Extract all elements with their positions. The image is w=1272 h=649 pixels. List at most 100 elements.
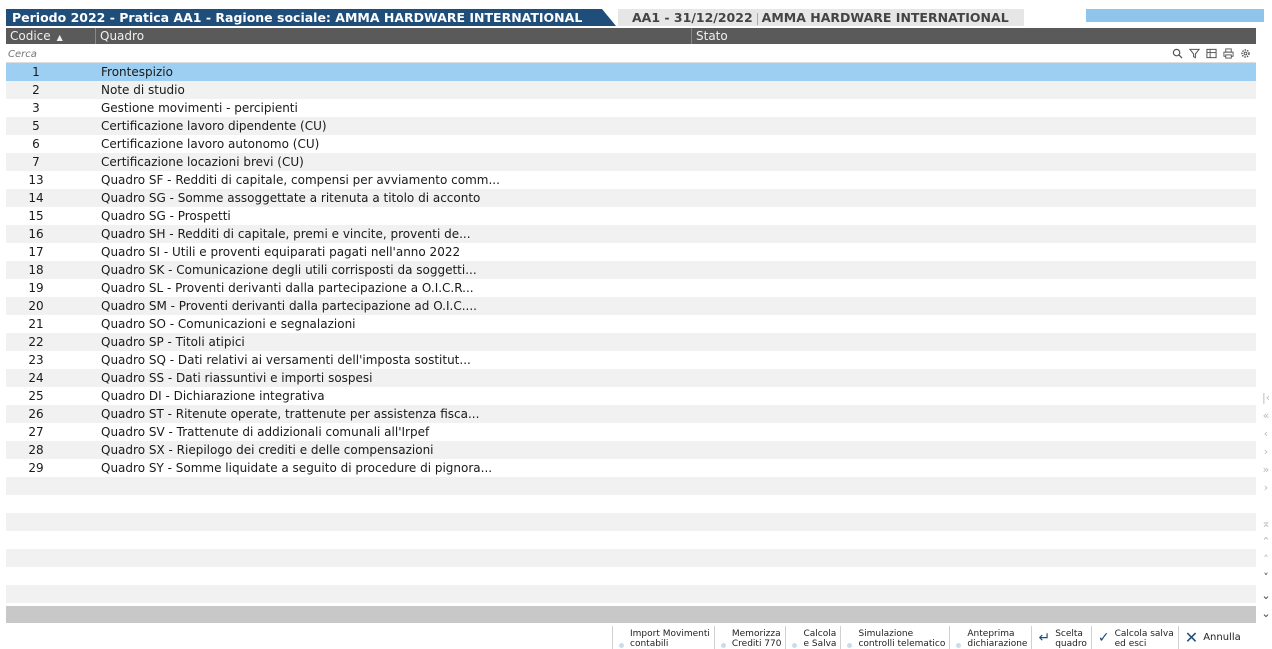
- simulazione-label: Simulazione controlli telematico: [858, 629, 946, 649]
- previous-icon[interactable]: ‹: [1260, 426, 1272, 442]
- column-header-stato[interactable]: Stato: [692, 28, 1256, 44]
- table-row[interactable]: 18 Quadro SK - Comunicazione degli utili …: [6, 261, 1256, 279]
- annulla-button[interactable]: ✕ Annulla: [1177, 626, 1245, 649]
- gear-icon[interactable]: [1239, 46, 1252, 60]
- next-page-icon[interactable]: »: [1260, 462, 1272, 478]
- bullet-icon: [847, 643, 853, 648]
- table-row[interactable]: 21 Quadro SO - Comunicazioni e segnalazio…: [6, 315, 1256, 333]
- row-code: 28: [28, 443, 44, 457]
- row-code: 26: [28, 407, 44, 421]
- row-quadro-name: Quadro SX - Riepilogo dei crediti e dell…: [101, 443, 434, 457]
- table-row[interactable]: 1 Frontespizio: [6, 63, 1256, 81]
- table-row[interactable]: 23 Quadro SQ - Dati relativi ai versament…: [6, 351, 1256, 369]
- columns-icon[interactable]: [1205, 46, 1218, 60]
- tab-bar: Periodo 2022 - Pratica AA1 - Ragione soc…: [0, 9, 1272, 26]
- previous-page-icon[interactable]: «: [1260, 408, 1272, 424]
- grid-toolbar: [1171, 46, 1252, 60]
- filter-icon[interactable]: [1188, 46, 1201, 60]
- calcola-salva-esci-button[interactable]: ✓ Calcola salva ed esci: [1090, 626, 1178, 649]
- table-row[interactable]: 13 Quadro SF - Redditi di capitale, compe…: [6, 171, 1256, 189]
- table-row[interactable]: 15 Quadro SG - Prospetti: [6, 207, 1256, 225]
- table-row[interactable]: 22 Quadro SP - Titoli atipici: [6, 333, 1256, 351]
- table-row[interactable]: 26 Quadro ST - Ritenute operate, trattenu…: [6, 405, 1256, 423]
- scroll-bottom-icon[interactable]: ⌄: [1260, 606, 1272, 622]
- tab-pratica-dettaglio[interactable]: AA1 - 31/12/2022 AMMA HARDWARE INTERNATIO…: [618, 9, 1024, 26]
- close-icon: ✕: [1184, 628, 1199, 647]
- table-row[interactable]: 20 Quadro SM - Proventi derivanti dalla p…: [6, 297, 1256, 315]
- table-row[interactable]: 27 Quadro SV - Trattenute di addizionali …: [6, 423, 1256, 441]
- table-row[interactable]: 19 Quadro SL - Proventi derivanti dalla p…: [6, 279, 1256, 297]
- table-row[interactable]: 6 Certificazione lavoro autonomo (CU): [6, 135, 1256, 153]
- first-page-icon[interactable]: |‹: [1260, 390, 1272, 406]
- row-code: 23: [28, 353, 44, 367]
- bullet-icon: [792, 643, 798, 648]
- column-header-quadro[interactable]: Quadro: [96, 28, 692, 44]
- row-code: 21: [28, 317, 44, 331]
- table-row[interactable]: 14 Quadro SG - Somme assoggettate a riten…: [6, 189, 1256, 207]
- row-code: 22: [28, 335, 44, 349]
- memorizza-crediti-button[interactable]: Memorizza Crediti 770: [713, 626, 786, 649]
- calcola-salva-esci-label: Calcola salva ed esci: [1114, 629, 1174, 649]
- line-down-icon[interactable]: ˅: [1260, 570, 1272, 586]
- row-code: 18: [28, 263, 44, 277]
- table-row[interactable]: 7 Certificazione locazioni brevi (CU): [6, 153, 1256, 171]
- last-page-icon[interactable]: ›: [1260, 480, 1272, 496]
- table-row[interactable]: 5 Certificazione lavoro dipendente (CU): [6, 117, 1256, 135]
- tab-empty-slot[interactable]: [1086, 9, 1264, 22]
- memorizza-crediti-label: Memorizza Crediti 770: [731, 629, 782, 649]
- annulla-label: Annulla: [1203, 631, 1241, 643]
- calcola-salva-button[interactable]: Calcola e Salva: [785, 626, 840, 649]
- simulazione-button[interactable]: Simulazione controlli telematico: [840, 626, 949, 649]
- page-down-icon[interactable]: ⌄: [1260, 588, 1272, 604]
- import-movimenti-button[interactable]: Import Movimenti contabili: [612, 626, 714, 649]
- horizontal-scrollbar[interactable]: [6, 606, 1256, 623]
- row-code: 27: [28, 425, 44, 439]
- table-row[interactable]: 28 Quadro SX - Riepilogo dei crediti e de…: [6, 441, 1256, 459]
- table-row[interactable]: 24 Quadro SS - Dati riassuntivi e importi…: [6, 369, 1256, 387]
- row-quadro-name: Quadro SK - Comunicazione degli utili co…: [101, 263, 477, 277]
- print-icon[interactable]: [1222, 46, 1235, 60]
- tab-pratica-code: AA1 - 31/12/2022: [632, 10, 753, 25]
- tab-periodo-pratica[interactable]: Periodo 2022 - Pratica AA1 - Ragione soc…: [6, 9, 616, 26]
- footer-toolbar: Import Movimenti contabili Memorizza Cre…: [612, 626, 1245, 649]
- table-row[interactable]: 2 Note di studio: [6, 81, 1256, 99]
- row-quadro-name: Quadro SI - Utili e proventi equiparati …: [101, 245, 461, 259]
- scroll-top-icon[interactable]: ⌅: [1260, 516, 1272, 532]
- table-row[interactable]: 25 Quadro DI - Dichiarazione integrativa: [6, 387, 1256, 405]
- empty-row: [6, 513, 1256, 531]
- next-icon[interactable]: ›: [1260, 444, 1272, 460]
- search-input[interactable]: [6, 46, 410, 62]
- empty-row: [6, 495, 1256, 513]
- scelta-quadro-button[interactable]: ↵ Scelta quadro: [1031, 626, 1090, 649]
- row-code: 29: [28, 461, 44, 475]
- row-code: 19: [28, 281, 44, 295]
- table-row[interactable]: 3 Gestione movimenti - percipienti: [6, 99, 1256, 117]
- search-icon[interactable]: [1171, 46, 1184, 60]
- bullet-icon: [619, 643, 624, 648]
- search-row: [6, 45, 1256, 63]
- row-code: 20: [28, 299, 44, 313]
- row-code: 24: [28, 371, 44, 385]
- empty-row: [6, 477, 1256, 495]
- calcola-label: Calcola e Salva: [803, 629, 837, 649]
- sort-ascending-icon: ▲: [56, 33, 63, 42]
- page-up-icon[interactable]: ⌃: [1260, 534, 1272, 550]
- row-quadro-name: Quadro SQ - Dati relativi ai versamenti …: [101, 353, 471, 367]
- row-code: 3: [32, 101, 40, 115]
- row-quadro-name: Quadro SS - Dati riassuntivi e importi s…: [101, 371, 373, 385]
- row-code: 16: [28, 227, 44, 241]
- table-row[interactable]: 16 Quadro SH - Redditi di capitale, premi…: [6, 225, 1256, 243]
- row-code: 15: [28, 209, 44, 223]
- table-row[interactable]: 17 Quadro SI - Utili e proventi equiparat…: [6, 243, 1256, 261]
- row-quadro-name: Quadro SH - Redditi di capitale, premi e…: [101, 227, 471, 241]
- table-row[interactable]: 29 Quadro SY - Somme liquidate a seguito …: [6, 459, 1256, 477]
- line-up-icon[interactable]: ˄: [1260, 552, 1272, 568]
- empty-row: [6, 585, 1256, 603]
- bullet-icon: [720, 643, 726, 648]
- anteprima-button[interactable]: Anteprima dichiarazione: [949, 626, 1031, 649]
- row-quadro-name: Quadro SG - Somme assoggettate a ritenut…: [101, 191, 481, 205]
- row-quadro-name: Certificazione lavoro autonomo (CU): [101, 137, 320, 151]
- column-header-codice[interactable]: Codice ▲: [6, 28, 96, 44]
- column-label-stato: Stato: [696, 29, 728, 43]
- row-quadro-name: Quadro SL - Proventi derivanti dalla par…: [101, 281, 474, 295]
